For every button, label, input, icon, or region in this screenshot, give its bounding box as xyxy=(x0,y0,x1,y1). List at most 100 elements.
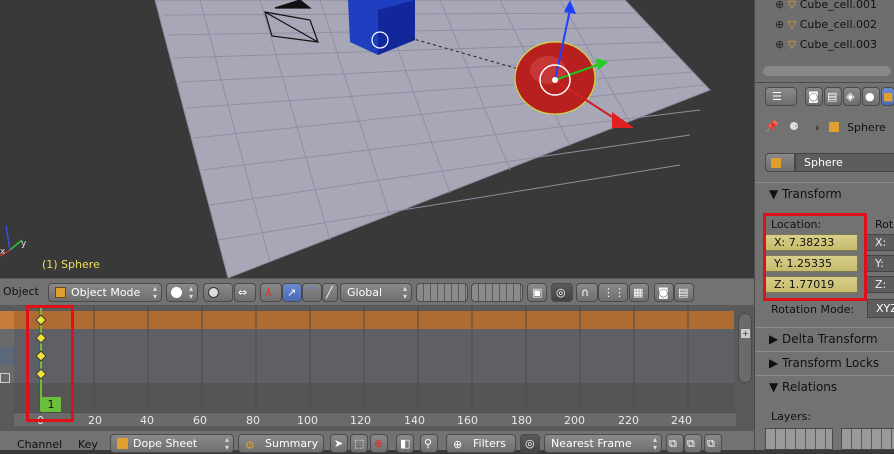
search-icon: ⚲ xyxy=(424,437,433,450)
outliner-item[interactable]: ⊕ ▽ Cube_cell.001 xyxy=(775,0,877,16)
manipulator-toggle-button[interactable]: ⅄ xyxy=(260,283,282,302)
outliner-scrollbar[interactable] xyxy=(763,66,891,76)
tab-render[interactable]: ◙ xyxy=(805,87,823,106)
select-cursor-button[interactable]: ➤ xyxy=(330,434,348,453)
ruler-tick: 220 xyxy=(618,414,639,427)
pivot-point-select[interactable] xyxy=(203,283,233,302)
filters-button[interactable]: ⊕ Filters xyxy=(446,434,516,453)
paste-keyframes-button[interactable]: ⧉ xyxy=(684,434,702,453)
snap-toggle-button[interactable]: ∩ xyxy=(576,283,598,302)
layer-buttons-group-2[interactable] xyxy=(471,283,523,302)
layer-grid-2[interactable] xyxy=(841,428,894,450)
world-icon: ● xyxy=(865,90,875,103)
rotation-mode-label: Rotation Mode: xyxy=(771,303,855,316)
camera-icon: ◙ xyxy=(808,90,819,103)
proportional-edit-button[interactable]: ◎ xyxy=(551,283,573,302)
ruler-tick: 60 xyxy=(193,414,207,427)
lock-camera-button[interactable]: ▣ xyxy=(527,283,547,302)
delta-transform-panel-header[interactable]: ▶ Delta Transform xyxy=(755,327,894,349)
snap-element-select[interactable]: ⋮⋮ xyxy=(598,283,628,302)
svg-text:y: y xyxy=(21,239,27,249)
align-icon: ⇔ xyxy=(238,286,248,299)
scale-manipulator-button[interactable]: ╱ xyxy=(322,283,338,302)
tab-world[interactable]: ● xyxy=(862,87,880,106)
proportional-button[interactable]: ◎ xyxy=(520,434,540,453)
snap-target-icon: ▦ xyxy=(633,286,644,299)
frame-grid xyxy=(39,305,689,411)
tab-render-layers[interactable]: ▤ xyxy=(824,87,842,106)
pin-icon[interactable]: 📌 xyxy=(765,120,779,133)
properties-icon: ☰ xyxy=(772,90,782,103)
object-type-select[interactable] xyxy=(765,153,795,172)
snap-element-icon: ⋮⋮ xyxy=(603,286,625,299)
scene-canvas[interactable]: y x xyxy=(0,0,754,278)
mode-select[interactable]: Object Mode ▴ ▾ xyxy=(48,283,162,302)
only-selected-button[interactable]: ⬚ xyxy=(350,434,368,453)
show-errors-button[interactable]: ⊕ xyxy=(370,434,388,453)
cube-icon xyxy=(771,158,781,168)
paste-flipped-button[interactable]: ⧉ xyxy=(704,434,722,453)
expand-plus-icon: ⊕ xyxy=(775,38,785,51)
object-name-field[interactable]: Sphere xyxy=(795,153,894,172)
layer-buttons-group-1[interactable] xyxy=(416,283,468,302)
circle-icon: ◎ xyxy=(525,437,535,450)
expand-plus-icon: ⊕ xyxy=(775,18,785,31)
key-menu[interactable]: Key xyxy=(78,438,98,451)
relations-panel-header[interactable]: ▼ Relations xyxy=(755,375,894,397)
channel-menu[interactable]: Channel xyxy=(17,438,62,451)
summary-icon: ⚙ xyxy=(245,439,255,452)
viewport-shading-select[interactable]: ▴ ▾ xyxy=(166,283,198,302)
outliner-item[interactable]: ⊕ ▽ Cube_cell.002 xyxy=(775,18,877,36)
pivot-icon xyxy=(208,287,219,298)
transform-panel-header[interactable]: ▼ Transform xyxy=(755,182,894,204)
orientation-label: Global xyxy=(347,286,383,299)
translate-arrow-icon: ↗ xyxy=(287,286,297,299)
properties-panel: ⊕ ▽ Cube_cell.001 ⊕ ▽ Cube_cell.002 ⊕ ▽ … xyxy=(754,0,894,450)
editor-mode-select[interactable]: Dope Sheet ▴ ▾ xyxy=(110,434,234,453)
rotation-y-field[interactable]: Y: xyxy=(866,255,894,272)
opengl-render-button[interactable]: ◙ xyxy=(654,283,674,302)
snap-mode-select[interactable]: Nearest Frame ▴ ▾ xyxy=(544,434,662,453)
mesh-triangle-icon: ▽ xyxy=(787,38,797,51)
snap-target-button[interactable]: ▦ xyxy=(629,283,649,302)
translate-manipulator-button[interactable]: ↗ xyxy=(282,283,302,302)
plus-icon[interactable]: + xyxy=(741,329,750,338)
channel-lock-icon[interactable] xyxy=(0,373,10,383)
active-object-label: (1) Sphere xyxy=(42,258,100,271)
opengl-animation-button[interactable]: ▤ xyxy=(674,283,694,302)
rotate-manipulator-button[interactable]: ⌒ xyxy=(302,283,322,302)
outliner-item[interactable]: ⊕ ▽ Cube_cell.003 xyxy=(775,38,877,56)
3d-view-header: Object Object Mode ▴ ▾ ▴ ▾ ⇔ ⅄ ↗ ⌒ ╱ Globa… xyxy=(0,278,754,305)
rotation-x-field[interactable]: X: xyxy=(866,234,894,251)
layer-grid-1[interactable] xyxy=(765,428,833,450)
rotation-mode-select[interactable]: XYZ xyxy=(867,299,894,318)
manipulator-align-button[interactable]: ⇔ xyxy=(234,283,256,302)
object-menu[interactable]: Object xyxy=(3,285,39,298)
outliner[interactable]: ⊕ ▽ Cube_cell.001 ⊕ ▽ Cube_cell.002 ⊕ ▽ … xyxy=(755,0,894,80)
cube-filter-button[interactable]: ◧ xyxy=(396,434,414,453)
tab-scene[interactable]: ◈ xyxy=(843,87,861,106)
mode-select-label: Object Mode xyxy=(71,286,141,299)
frame-ruler[interactable]: 0 20 40 60 80 100 120 140 160 180 200 22… xyxy=(14,412,736,427)
copy-keyframes-button[interactable]: ⧉ xyxy=(666,434,684,453)
scale-icon: ╱ xyxy=(326,286,333,299)
editor-type-select[interactable]: ☰ xyxy=(765,87,797,106)
3d-viewport[interactable]: y x (1) Sphere xyxy=(0,0,754,278)
ruler-tick: 180 xyxy=(511,414,532,427)
error-icon: ⊕ xyxy=(374,437,384,450)
layers-icon: ▤ xyxy=(827,90,838,103)
transform-orientation-select[interactable]: Global ▴ ▾ xyxy=(340,283,412,302)
ruler-tick: 240 xyxy=(671,414,692,427)
tab-object[interactable]: ■ xyxy=(881,87,894,106)
keyframes-highlight-box xyxy=(26,305,74,422)
rotation-z-field[interactable]: Z: xyxy=(866,276,894,293)
properties-tabs: ☰ ◙ ▤ ◈ ● ■ xyxy=(755,82,894,110)
transform-locks-panel-header[interactable]: ▶ Transform Locks xyxy=(755,351,894,373)
ruler-tick: 160 xyxy=(457,414,478,427)
solid-shading-icon xyxy=(171,287,182,298)
summary-toggle[interactable]: ⚙ Summary xyxy=(238,434,324,453)
expanded-triangle-icon: ▼ xyxy=(769,187,783,201)
breadcrumb-object[interactable]: Sphere xyxy=(847,121,886,134)
search-filter-button[interactable]: ⚲ xyxy=(420,434,438,453)
vertical-scrollbar[interactable] xyxy=(738,313,752,383)
